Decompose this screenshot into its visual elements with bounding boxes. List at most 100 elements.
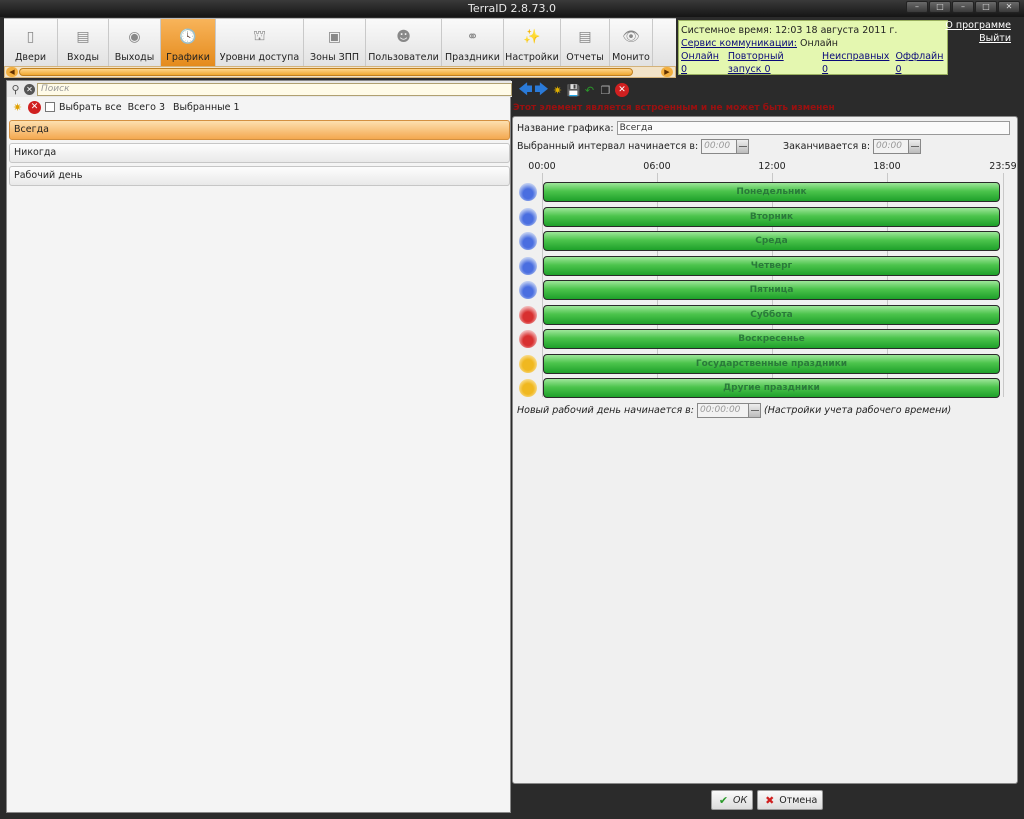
new-day-label: Новый рабочий день начинается в: — [517, 405, 694, 416]
toolbar-item-4[interactable]: ⛫ Уровни доступа — [216, 19, 304, 67]
close-button[interactable]: ✕ — [998, 1, 1020, 13]
restore-button[interactable]: □ — [929, 1, 951, 13]
list-item[interactable]: Рабочий день — [9, 166, 510, 186]
toolbar-item-1[interactable]: ▤ Входы — [58, 19, 109, 67]
forward-arrow-icon[interactable]: 🡆 — [534, 83, 548, 97]
detail-toolbar: 🡄 🡆 ✷ 💾 ↶ ❐ ✕ — [518, 82, 629, 98]
day-schedule-bar[interactable]: Четверг — [543, 255, 1000, 276]
toolbar-item-3[interactable]: 🕓 Графики — [161, 19, 216, 67]
scroll-right-icon[interactable]: ▶ — [661, 67, 673, 77]
toolbar-item-2[interactable]: ◉ Выходы — [109, 19, 161, 67]
toolbar-item-label: Монито — [612, 52, 650, 63]
day-color-dot[interactable] — [519, 207, 537, 226]
day-schedule-bar[interactable]: Воскресенье — [543, 329, 1000, 349]
exit-icon: ◉ — [128, 29, 141, 45]
faulty-count-link[interactable]: Неисправных 0 — [822, 50, 889, 76]
toolbar-item-5[interactable]: ▣ Зоны ЗПП — [304, 19, 366, 67]
list-item[interactable]: Никогда — [9, 143, 510, 163]
delete-schedule-icon[interactable]: ✕ — [615, 83, 629, 97]
clear-search-icon[interactable]: ✕ — [24, 83, 35, 95]
minimize-icon-button[interactable]: – — [952, 1, 974, 13]
day-color-dot[interactable] — [519, 183, 537, 201]
total-count: Всего 3 — [127, 101, 166, 113]
retry-count-link[interactable]: Повторный запуск 0 — [728, 50, 816, 76]
maximize-button[interactable]: □ — [975, 1, 997, 13]
toolbar-item-8[interactable]: ✨ Настройки — [504, 19, 561, 67]
eye-icon: 👁 — [622, 29, 640, 45]
comm-service-value: Онлайн — [800, 38, 838, 49]
new-day-spinner[interactable] — [747, 404, 760, 417]
undo-icon[interactable]: ↶ — [583, 84, 596, 97]
toolbar-scrollbar[interactable]: ◀ ▶ — [4, 66, 676, 78]
timeline-tick: 12:00 — [758, 161, 786, 172]
offline-count-link[interactable]: Оффлайн 0 — [895, 50, 945, 76]
worktime-note: (Настройки учета рабочего времени) — [763, 405, 952, 416]
select-all-checkbox[interactable] — [45, 102, 55, 112]
day-row: Понедельник — [517, 181, 1017, 206]
search-icon[interactable]: ⚲ — [9, 83, 22, 96]
list-item[interactable]: Всегда — [9, 120, 510, 140]
new-day-input[interactable]: 00:00:00 — [696, 403, 761, 418]
schedule-detail-panel: Название графика: Всегда Выбранный интер… — [512, 116, 1018, 784]
day-schedule-bar[interactable]: Другие праздники — [543, 378, 1000, 398]
users-icon: ☻ — [396, 29, 411, 45]
day-color-dot[interactable] — [519, 232, 537, 250]
day-row: Четверг — [517, 255, 1017, 280]
scroll-thumb[interactable] — [19, 68, 633, 76]
toolbar-item-7[interactable]: ⚭ Праздники — [442, 19, 504, 67]
comm-service-link[interactable]: Сервис коммуникации: — [681, 38, 797, 49]
new-day-value: 00:00:00 — [699, 405, 741, 415]
day-schedule-bar[interactable]: Пятница — [543, 280, 1000, 300]
day-schedule-bar[interactable]: Понедельник — [543, 182, 1000, 202]
day-color-dot[interactable] — [519, 256, 537, 275]
interval-end-input[interactable]: 00:00 — [873, 139, 922, 154]
scroll-left-icon[interactable]: ◀ — [6, 67, 18, 77]
interval-end-spinner[interactable] — [908, 140, 921, 153]
copy-icon[interactable]: ❐ — [599, 84, 612, 97]
day-schedule-bar[interactable]: Вторник — [543, 206, 1000, 227]
interval-start-spinner[interactable] — [736, 140, 749, 153]
cancel-button[interactable]: ✖ Отмена — [757, 790, 824, 810]
timeline-tick: 18:00 — [873, 161, 901, 172]
search-input[interactable]: Поиск — [37, 82, 512, 96]
day-schedule-bar[interactable]: Государственные праздники — [543, 353, 1000, 374]
toolbar-item-0[interactable]: ▯ Двери — [4, 19, 58, 67]
toolbar-item-label: Праздники — [445, 52, 500, 63]
delete-icon[interactable]: ✕ — [28, 100, 41, 114]
day-schedule-bar[interactable]: Суббота — [543, 304, 1000, 325]
dialog-buttons: ✔ ОК ✖ Отмена — [711, 790, 824, 810]
interval-start-input[interactable]: 00:00 — [701, 139, 750, 154]
new-icon[interactable]: ✷ — [551, 84, 564, 97]
app-window: TerraID 2.8.73.0 – □ – □ ✕ ▯ Двери ▤ Входы ◉… — [0, 0, 1024, 819]
ok-button[interactable]: ✔ ОК — [711, 790, 754, 810]
exit-link[interactable]: Выйти — [945, 32, 1011, 45]
add-icon[interactable]: ✷ — [11, 101, 24, 114]
reports-icon: ▤ — [578, 29, 592, 45]
day-color-dot[interactable] — [519, 354, 537, 373]
toolbar-item-9[interactable]: ▤ Отчеты — [561, 19, 610, 67]
day-color-dot[interactable] — [519, 281, 537, 299]
cancel-label: Отмена — [779, 794, 818, 806]
day-color-dot[interactable] — [519, 305, 537, 324]
day-row: Пятница — [517, 279, 1017, 304]
toolbar-item-label: Графики — [166, 52, 210, 63]
online-count-link[interactable]: Онлайн 0 — [681, 50, 722, 76]
minimize-button[interactable]: – — [906, 1, 928, 13]
save-icon[interactable]: 💾 — [567, 84, 581, 97]
schedule-name-label: Название графика: — [517, 122, 614, 134]
back-arrow-icon[interactable]: 🡄 — [518, 83, 532, 97]
about-link[interactable]: О программе — [945, 19, 1011, 32]
day-color-dot[interactable] — [519, 330, 537, 348]
day-schedule-bar[interactable]: Среда — [543, 231, 1000, 251]
builtin-warning: Этот элемент является встроенным и не мо… — [513, 103, 835, 113]
toolbar-item-label: Настройки — [505, 52, 559, 63]
toolbar-item-6[interactable]: ☻ Пользователи — [366, 19, 442, 67]
day-color-dot[interactable] — [519, 379, 537, 397]
day-row: Среда — [517, 230, 1017, 255]
day-row: Суббота — [517, 304, 1017, 329]
schedule-name-input[interactable]: Всегда — [616, 121, 1010, 135]
timeline-tick: 06:00 — [643, 161, 671, 172]
system-time-label: Системное время: — [681, 25, 773, 36]
interval-end-value: 00:00 — [876, 141, 902, 151]
toolbar-item-10[interactable]: 👁 Монито — [610, 19, 653, 67]
